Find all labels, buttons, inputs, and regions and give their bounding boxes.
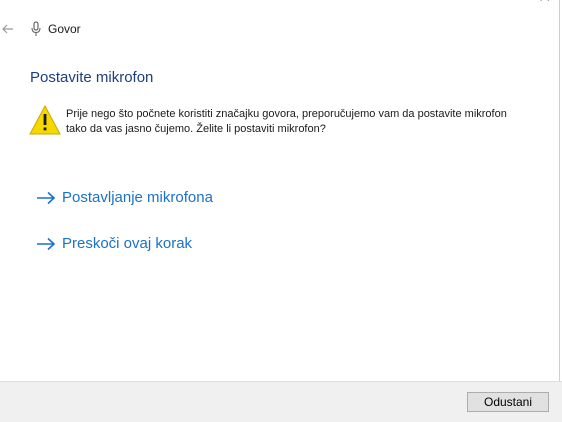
cancel-button[interactable]: Odustani (467, 392, 549, 412)
arrow-left-icon (2, 24, 13, 34)
window-border (559, 0, 560, 381)
close-icon[interactable]: ✕ (538, 0, 552, 6)
title-bar: Govor (0, 18, 81, 40)
warning-message: Prije nego što počnete koristiti značajk… (28, 104, 516, 137)
warning-text: Prije nego što počnete koristiti značajk… (66, 108, 507, 135)
microphone-icon (30, 20, 42, 38)
setup-microphone-label: Postavljanje mikrofona (62, 189, 213, 206)
warning-icon (29, 104, 61, 135)
skip-step-link[interactable]: Preskoči ovaj korak (36, 235, 192, 252)
skip-step-label: Preskoči ovaj korak (62, 235, 193, 252)
footer-bar: Odustani (0, 381, 562, 422)
setup-microphone-link[interactable]: Postavljanje mikrofona (36, 189, 213, 206)
page-heading: Postavite mikrofon (30, 69, 154, 86)
arrow-right-icon (37, 237, 56, 250)
speech-wizard-window: ✕ Govor Postavite mikrofon Prije nego št… (0, 0, 562, 422)
back-button[interactable] (0, 19, 16, 39)
window-title: Govor (48, 22, 81, 36)
arrow-right-icon (37, 191, 56, 204)
